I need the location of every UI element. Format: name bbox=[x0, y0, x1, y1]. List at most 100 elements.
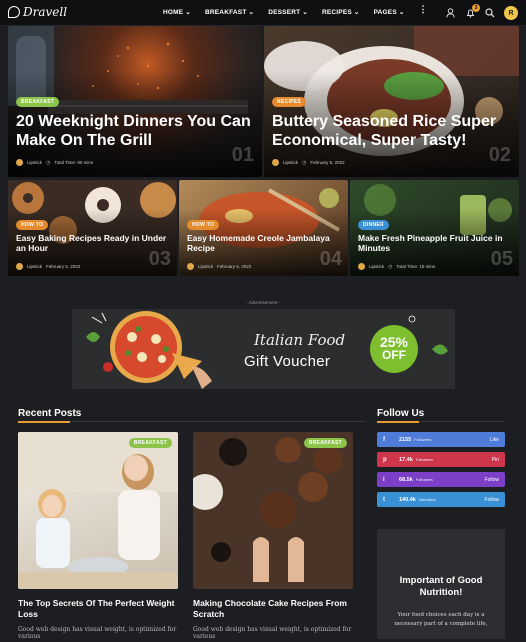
heading-divider bbox=[70, 421, 366, 422]
follow-facebook[interactable]: f 2155 Followers Like bbox=[377, 432, 505, 447]
nav-dessert[interactable]: DESSERT ⌄ bbox=[268, 8, 308, 16]
more-menu-icon[interactable]: ⋮ bbox=[419, 5, 428, 16]
user-icon[interactable] bbox=[444, 7, 456, 19]
heading-underline bbox=[377, 421, 419, 423]
promo-body: Your food choices each day is a necessar… bbox=[394, 612, 488, 627]
post-excerpt: Good web design has visual weight, is op… bbox=[18, 626, 177, 640]
category-tag[interactable]: HOW TO bbox=[16, 220, 49, 230]
discount-badge: 25% OFF bbox=[370, 325, 418, 373]
chevron-down-icon: ⌄ bbox=[398, 9, 405, 16]
author-name[interactable]: Lipstick bbox=[198, 264, 213, 269]
category-tag[interactable]: BREAKFAST bbox=[128, 438, 172, 448]
facebook-icon: f bbox=[383, 436, 385, 443]
meta-text: Total Time: 90 mins bbox=[54, 160, 94, 165]
recent-post-1[interactable]: BREAKFAST The Top Secrets Of The Perfect… bbox=[18, 432, 178, 642]
logo-text: Dravell bbox=[23, 5, 68, 19]
post-card-3[interactable]: HOW TO Easy Baking Recipes Ready in Unde… bbox=[8, 180, 177, 276]
post-meta: Lipstick ◷ Total Time: 15 mins bbox=[358, 263, 435, 270]
chevron-down-icon: ⌄ bbox=[353, 9, 360, 16]
nutrition-promo-card[interactable]: Important of Good Nutrition! Your food c… bbox=[377, 529, 505, 639]
search-icon[interactable] bbox=[484, 7, 496, 19]
author-name[interactable]: Lipstick bbox=[283, 160, 298, 165]
follow-action[interactable]: Like bbox=[490, 437, 499, 443]
bell-icon[interactable]: 3 bbox=[464, 4, 480, 19]
author-name[interactable]: Lipstick bbox=[369, 264, 384, 269]
follow-action[interactable]: Follow bbox=[485, 497, 499, 503]
member-count: 140.4k bbox=[399, 496, 416, 503]
chevron-down-icon: ⌄ bbox=[185, 9, 191, 16]
follower-label: Followers bbox=[414, 437, 432, 442]
logo-icon bbox=[8, 6, 20, 18]
category-tag[interactable]: HOW TO bbox=[187, 220, 220, 230]
clock-icon: ◷ bbox=[388, 263, 393, 270]
post-number: 01 bbox=[231, 144, 254, 166]
category-tag[interactable]: BREAKFAST bbox=[303, 438, 347, 448]
post-meta: Lipstick February 5, 2022 bbox=[187, 263, 251, 270]
heading-divider bbox=[419, 421, 505, 422]
follow-action[interactable]: Follow bbox=[485, 477, 499, 483]
follow-instagram[interactable]: i 68.5k Followers Follow bbox=[377, 472, 505, 487]
category-tag[interactable]: RECIPES bbox=[272, 97, 307, 107]
hero-title[interactable]: Buttery Seasoned Rice Super Economical, … bbox=[272, 112, 517, 150]
ad-banner[interactable]: Italian Food Gift Voucher 25% OFF bbox=[72, 309, 455, 389]
follower-label: Followers bbox=[415, 477, 433, 482]
header-actions: 3 R bbox=[444, 4, 518, 20]
post-card-5[interactable]: DINNER Make Fresh Pineapple Fruit Juice … bbox=[350, 180, 519, 276]
follower-label: Followers bbox=[415, 457, 433, 462]
author-name[interactable]: Lipstick bbox=[27, 264, 42, 269]
ad-heading: Italian Food bbox=[254, 331, 346, 349]
user-avatar[interactable]: R bbox=[504, 6, 518, 20]
chevron-down-icon: ⌄ bbox=[302, 9, 308, 16]
post-number: 05 bbox=[490, 248, 513, 270]
main-nav: HOME ⌄ BREAKFAST ⌄ DESSERT ⌄ RECIPES ⌄ P… bbox=[163, 5, 428, 17]
clock-icon: ◷ bbox=[46, 159, 51, 166]
post-image-cookies: BREAKFAST bbox=[193, 432, 353, 589]
nav-home[interactable]: HOME ⌄ bbox=[163, 8, 191, 16]
follow-pinterest[interactable]: p 17.4k Followers Pin bbox=[377, 452, 505, 467]
post-number: 04 bbox=[319, 248, 342, 270]
recent-post-2[interactable]: BREAKFAST Making Chocolate Cake Recipes … bbox=[193, 432, 353, 642]
meta-text: February 5, 2022 bbox=[46, 264, 81, 269]
card-title[interactable]: Easy Homemade Creole Jambalaya Recipe bbox=[187, 233, 342, 253]
category-tag[interactable]: BREAKFAST bbox=[16, 97, 60, 107]
nav-breakfast[interactable]: BREAKFAST ⌄ bbox=[205, 8, 254, 16]
member-label: Members bbox=[418, 497, 436, 502]
post-meta: Lipstick ◷ February 5, 2022 bbox=[272, 159, 345, 166]
author-name[interactable]: Lipstick bbox=[27, 160, 42, 165]
meta-text: February 5, 2022 bbox=[310, 160, 345, 165]
post-meta: Lipstick February 5, 2022 bbox=[16, 263, 80, 270]
post-card-4[interactable]: HOW TO Easy Homemade Creole Jambalaya Re… bbox=[179, 180, 348, 276]
nav-recipes[interactable]: RECIPES ⌄ bbox=[322, 8, 360, 16]
author-avatar bbox=[358, 263, 365, 270]
post-number: 02 bbox=[488, 144, 511, 166]
recent-posts-heading: Recent Posts bbox=[18, 408, 82, 419]
post-image-baking: BREAKFAST bbox=[18, 432, 178, 589]
follower-count: 68.5k bbox=[399, 476, 413, 483]
post-excerpt: Good web design has visual weight, is op… bbox=[193, 626, 352, 640]
category-tag[interactable]: DINNER bbox=[358, 220, 389, 230]
heading-underline bbox=[18, 421, 70, 423]
clock-icon: ◷ bbox=[302, 159, 307, 166]
pinterest-icon: p bbox=[383, 456, 387, 463]
hero-title[interactable]: 20 Weeknight Dinners You Can Make On The… bbox=[16, 112, 258, 150]
post-title[interactable]: Making Chocolate Cake Recipes From Scrat… bbox=[193, 598, 353, 621]
follow-us-heading: Follow Us bbox=[377, 408, 425, 419]
follow-action[interactable]: Pin bbox=[492, 457, 499, 463]
card-title[interactable]: Easy Baking Recipes Ready in Under an Ho… bbox=[16, 233, 171, 253]
post-title[interactable]: The Top Secrets Of The Perfect Weight Lo… bbox=[18, 598, 178, 621]
meta-text: Total Time: 15 mins bbox=[396, 264, 436, 269]
ad-subheading: Gift Voucher bbox=[244, 353, 331, 370]
hero-card-1[interactable]: BREAKFAST 20 Weeknight Dinners You Can M… bbox=[8, 26, 262, 177]
follower-count: 17.4k bbox=[399, 456, 413, 463]
post-meta: Lipstick ◷ Total Time: 90 mins bbox=[16, 159, 93, 166]
post-number: 03 bbox=[148, 248, 171, 270]
promo-title: Important of Good Nutrition! bbox=[399, 575, 483, 599]
follow-telegram[interactable]: t 140.4k Members Follow bbox=[377, 492, 505, 507]
site-logo[interactable]: Dravell bbox=[8, 5, 67, 19]
advertisement-label: - Advertisement - bbox=[245, 300, 280, 305]
nav-pages[interactable]: PAGES ⌄ bbox=[374, 8, 405, 16]
card-title[interactable]: Make Fresh Pineapple Fruit Juice in Minu… bbox=[358, 233, 513, 253]
author-avatar bbox=[16, 263, 23, 270]
hero-card-2[interactable]: RECIPES Buttery Seasoned Rice Super Econ… bbox=[264, 26, 519, 177]
author-avatar bbox=[16, 159, 23, 166]
